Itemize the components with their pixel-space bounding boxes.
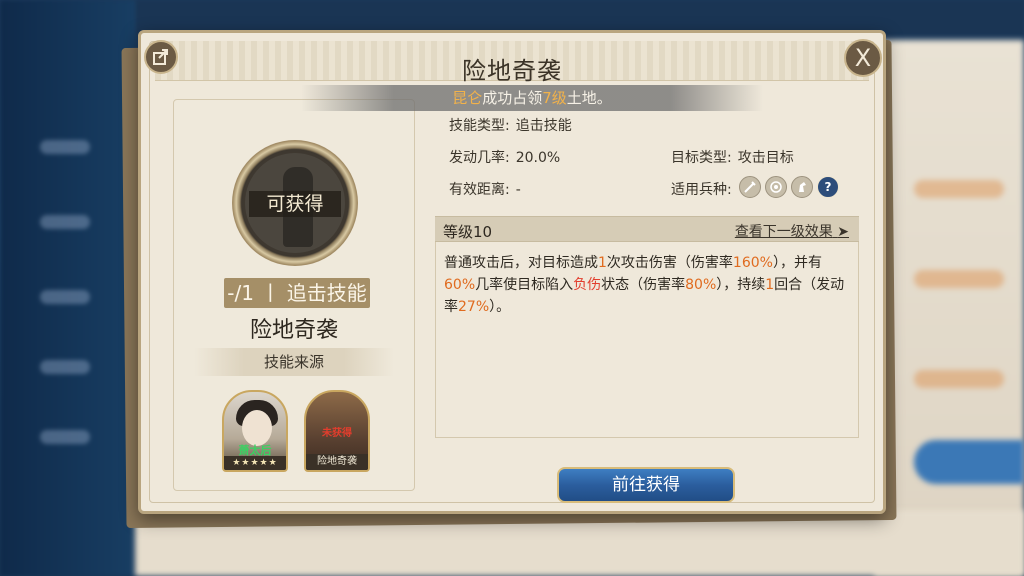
notice-player: 昆仑 xyxy=(452,89,483,107)
target-type-label: 目标类型: xyxy=(671,150,732,166)
range-label: 有效距离: xyxy=(449,182,510,198)
source-hero-card[interactable]: 萧太后 ★★★★★ xyxy=(222,390,288,472)
desc-text: ），并有 xyxy=(772,255,822,271)
skill-source-header: 技能来源 xyxy=(194,348,394,376)
badge-divider: 丨 xyxy=(260,281,281,305)
desc-value: 1 xyxy=(598,255,607,271)
hero-stars: ★★★★★ xyxy=(224,456,286,470)
desc-value: 1 xyxy=(765,277,775,293)
desc-text: 状态（伤害率 xyxy=(601,277,686,293)
skill-progress: -/1 xyxy=(227,281,254,305)
desc-value: 80% xyxy=(685,277,717,293)
share-button[interactable] xyxy=(144,40,178,74)
skill-card-panel: 可获得 -/1 丨 追击技能 险地奇袭 技能来源 萧太后 ★★★★★ 未获得 险… xyxy=(173,99,415,491)
range-value: - xyxy=(515,182,521,198)
next-level-text: 查看下一级效果 xyxy=(734,224,833,240)
skill-portrait: 可获得 xyxy=(245,153,345,253)
info-troop-types: 适用兵种: xyxy=(671,179,732,199)
dialog-title: 险地奇袭 xyxy=(462,57,562,85)
troop-icon-list: ? xyxy=(739,176,839,198)
title-bar: 险地奇袭 xyxy=(155,41,869,85)
skill-level: 等级10 xyxy=(443,223,493,241)
background-button xyxy=(914,440,1024,484)
skill-type-label: 技能类型: xyxy=(449,118,510,134)
desc-value: 27% xyxy=(458,299,490,315)
troop-label: 适用兵种: xyxy=(671,182,732,198)
horse-icon[interactable] xyxy=(791,176,813,198)
next-level-link[interactable]: 查看下一级效果 ➤ xyxy=(735,221,849,241)
bow-icon[interactable] xyxy=(765,176,787,198)
target-type-value: 攻击目标 xyxy=(737,150,794,166)
info-trigger-rate: 发动几率: 20.0% xyxy=(449,147,560,167)
debuff-keyword[interactable]: 负伤 xyxy=(573,277,601,293)
trigger-rate-label: 发动几率: xyxy=(449,150,510,166)
notice-level: 7级 xyxy=(542,89,567,107)
close-button[interactable]: X xyxy=(844,39,882,77)
skill-type-badge: -/1 丨 追击技能 xyxy=(224,278,370,308)
trigger-rate-value: 20.0% xyxy=(515,150,561,166)
desc-value: 60% xyxy=(444,277,476,293)
tactic-name: 险地奇袭 xyxy=(306,454,368,470)
desc-text: 普通攻击后，对目标造成 xyxy=(444,255,598,271)
arrow-right-icon: ➤ xyxy=(837,224,849,240)
desc-text: 次攻击伤害（伤害率 xyxy=(606,255,733,271)
skill-detail-dialog: 险地奇袭 X 可获得 -/1 丨 追击技能 险地奇袭 技能来源 萧太后 ★★★★ xyxy=(138,30,886,514)
skill-type: 追击技能 xyxy=(286,281,367,305)
desc-text: 几率使目标陷入 xyxy=(475,277,574,293)
skill-description-box: 普通攻击后，对目标造成1次攻击伤害（伤害率160%），并有60%几率使目标陷入负… xyxy=(435,242,859,438)
desc-text: ），持续 xyxy=(716,277,766,293)
skill-medal: 可获得 xyxy=(232,140,358,266)
not-obtained-tag: 未获得 xyxy=(322,428,352,439)
desc-text: ）。 xyxy=(489,299,511,315)
hero-face xyxy=(242,410,272,446)
level-bar: 等级10 查看下一级效果 ➤ xyxy=(435,216,859,242)
background-right-list xyxy=(874,40,1024,576)
background-left-menu xyxy=(0,0,135,576)
skill-type-value: 追击技能 xyxy=(515,118,572,134)
question-glyph: ? xyxy=(824,180,832,194)
desc-value: 160% xyxy=(732,255,773,271)
share-icon xyxy=(153,49,168,65)
occupation-notice: 昆仑成功占领7级土地。 xyxy=(301,85,763,111)
sword-icon[interactable] xyxy=(739,176,761,198)
skill-name: 险地奇袭 xyxy=(249,318,338,343)
question-icon[interactable]: ? xyxy=(817,176,839,198)
skill-status-label: 可获得 xyxy=(249,191,341,217)
info-skill-type: 技能类型: 追击技能 xyxy=(449,115,572,135)
notice-text-end: 土地。 xyxy=(566,89,612,107)
info-target-type: 目标类型: 攻击目标 xyxy=(671,147,794,167)
notice-text: 成功占领 xyxy=(482,89,543,107)
close-icon: X xyxy=(854,44,872,72)
skill-description: 普通攻击后，对目标造成1次攻击伤害（伤害率160%），并有60%几率使目标陷入负… xyxy=(444,252,848,318)
go-obtain-button[interactable]: 前往获得 xyxy=(557,467,735,503)
info-range: 有效距离: - xyxy=(449,179,521,199)
source-tactic-card[interactable]: 未获得 险地奇袭 xyxy=(304,390,370,472)
